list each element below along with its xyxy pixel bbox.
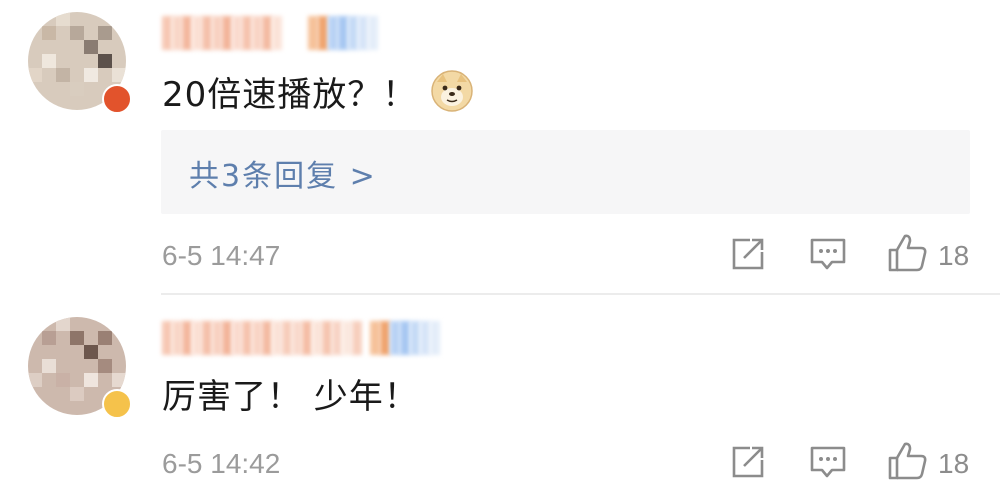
thumbs-up-icon[interactable] <box>886 232 930 272</box>
comment-icon[interactable] <box>806 234 850 274</box>
comment-timestamp: 6-5 14:42 <box>162 448 281 479</box>
thumbs-up-icon[interactable] <box>886 440 930 480</box>
verified-badge-icon <box>102 389 132 419</box>
username-blurred[interactable] <box>162 16 282 50</box>
vip-badge-blurred <box>370 321 440 355</box>
doge-emoji-icon <box>431 70 474 112</box>
verified-badge-icon <box>102 84 132 114</box>
comment-text: 20倍速播放？！ <box>162 70 474 117</box>
comment-item: 厉害了！ 少年！ 6-5 14:42 18 <box>0 295 1000 500</box>
like-count: 18 <box>938 448 970 479</box>
vip-badge-blurred <box>308 16 378 50</box>
share-icon[interactable] <box>726 442 770 482</box>
comment-item: 20倍速播放？！ 共3条回复 > 6-5 14:47 18 <box>0 0 1000 293</box>
reply-summary-box[interactable]: 共3条回复 > <box>161 130 970 214</box>
comment-text: 厉害了！ 少年！ <box>162 377 419 417</box>
share-icon[interactable] <box>726 234 770 274</box>
username-blurred[interactable] <box>162 321 362 355</box>
like-count: 18 <box>938 240 970 271</box>
comment-timestamp: 6-5 14:47 <box>162 240 281 271</box>
comment-text-value: 20倍速播放？！ <box>162 75 418 115</box>
comment-icon[interactable] <box>806 442 850 482</box>
view-replies-link[interactable]: 共3条回复 > <box>189 151 377 195</box>
